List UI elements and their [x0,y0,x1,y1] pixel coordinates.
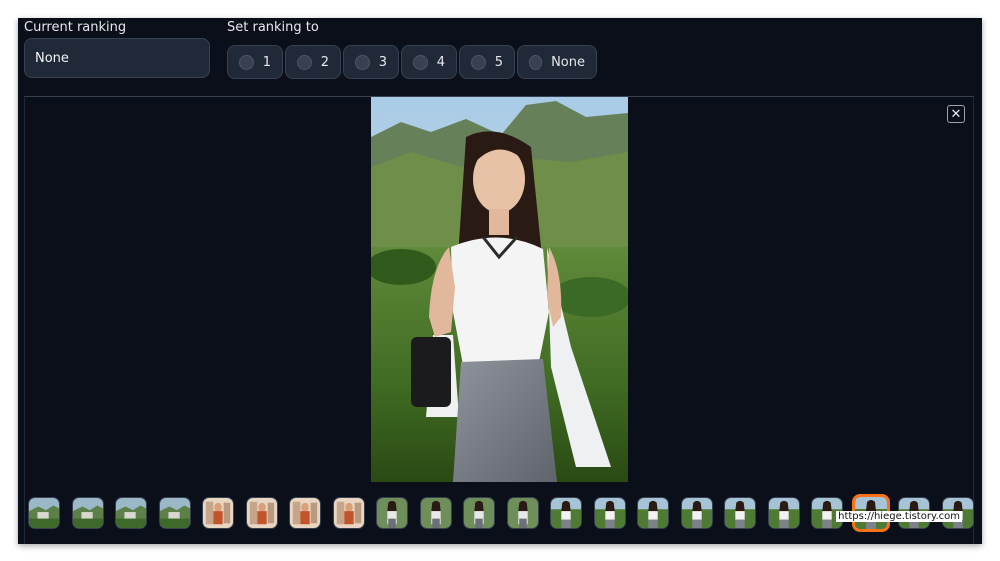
thumbnail-item[interactable] [28,497,60,529]
thumbnail-item[interactable] [202,497,234,529]
radio-circle-icon [239,54,254,70]
ranking-radio-group: 1 2 3 4 5 None [227,45,597,79]
preview-image[interactable] [371,97,628,482]
current-ranking-label: Current ranking [24,20,127,35]
ranking-option-label: 3 [378,54,387,70]
thumbnail-item[interactable] [463,497,495,529]
thumbnail-item[interactable] [507,497,539,529]
thumbnail-item[interactable] [72,497,104,529]
thumbnail-item[interactable] [637,497,669,529]
thumbnail-item[interactable] [115,497,147,529]
thumbnail-item[interactable] [333,497,365,529]
ranking-option-1[interactable]: 1 [227,45,283,79]
thumbnail-item[interactable] [420,497,452,529]
ranking-option-2[interactable]: 2 [285,45,341,79]
radio-circle-icon [529,54,543,70]
thumbnail-item[interactable] [550,497,582,529]
watermark-url: https://hiege.tistory.com [836,511,962,522]
thumbnail-item[interactable] [724,497,756,529]
thumbnail-item[interactable] [159,497,191,529]
ranking-option-label: 2 [320,54,329,70]
radio-circle-icon [471,54,486,70]
thumbnail-item[interactable] [681,497,713,529]
ranking-option-label: 4 [436,54,445,70]
radio-circle-icon [355,54,370,70]
ranking-option-label: None [551,54,585,70]
ranking-option-label: 1 [262,54,271,70]
ranking-option-5[interactable]: 5 [459,45,515,79]
ranking-option-none[interactable]: None [517,45,597,79]
radio-circle-icon [297,54,312,70]
ranking-app-panel: Current ranking None Set ranking to 1 2 … [18,18,982,544]
current-ranking-value: None [35,51,69,66]
thumbnail-item[interactable] [594,497,626,529]
close-icon[interactable]: ✕ [947,105,965,123]
current-ranking-field: None [24,38,210,78]
radio-circle-icon [413,54,428,70]
thumbnail-item[interactable] [376,497,408,529]
thumbnail-item[interactable] [246,497,278,529]
set-ranking-label: Set ranking to [227,20,319,35]
ranking-option-3[interactable]: 3 [343,45,399,79]
ranking-option-4[interactable]: 4 [401,45,457,79]
thumbnail-item[interactable] [768,497,800,529]
ranking-option-label: 5 [494,54,503,70]
thumbnail-item[interactable] [289,497,321,529]
